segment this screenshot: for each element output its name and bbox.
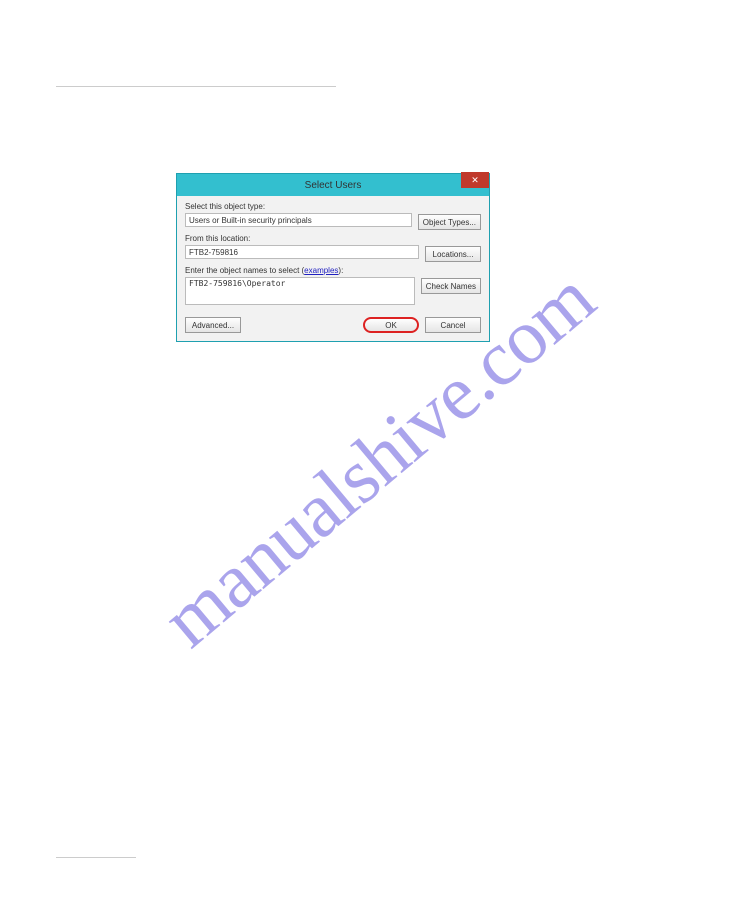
- names-label-prefix: Enter the object names to select (: [185, 266, 304, 275]
- dialog-titlebar: Select Users ✕: [177, 174, 489, 196]
- advanced-button[interactable]: Advanced...: [185, 317, 241, 333]
- object-types-button[interactable]: Object Types...: [418, 214, 481, 230]
- close-button[interactable]: ✕: [461, 172, 489, 188]
- examples-link[interactable]: examples: [304, 266, 338, 275]
- cancel-button[interactable]: Cancel: [425, 317, 481, 333]
- select-users-dialog: Select Users ✕ Select this object type: …: [176, 173, 490, 342]
- object-names-field[interactable]: [185, 277, 415, 305]
- dialog-body: Select this object type: Object Types...…: [177, 196, 489, 341]
- object-type-label: Select this object type:: [185, 202, 412, 211]
- names-label-suffix: ):: [338, 266, 343, 275]
- locations-button[interactable]: Locations...: [425, 246, 481, 262]
- check-names-button[interactable]: Check Names: [421, 278, 481, 294]
- location-label: From this location:: [185, 234, 419, 243]
- location-field[interactable]: [185, 245, 419, 259]
- close-icon: ✕: [471, 175, 479, 186]
- dialog-title: Select Users: [305, 180, 362, 191]
- object-type-field[interactable]: [185, 213, 412, 227]
- footer-rule: [56, 857, 136, 858]
- ok-button[interactable]: OK: [363, 317, 419, 333]
- dialog-footer: Advanced... OK Cancel: [185, 317, 481, 333]
- header-rule: [56, 86, 336, 87]
- object-names-label: Enter the object names to select (exampl…: [185, 266, 415, 275]
- document-page: Select Users ✕ Select this object type: …: [0, 0, 756, 918]
